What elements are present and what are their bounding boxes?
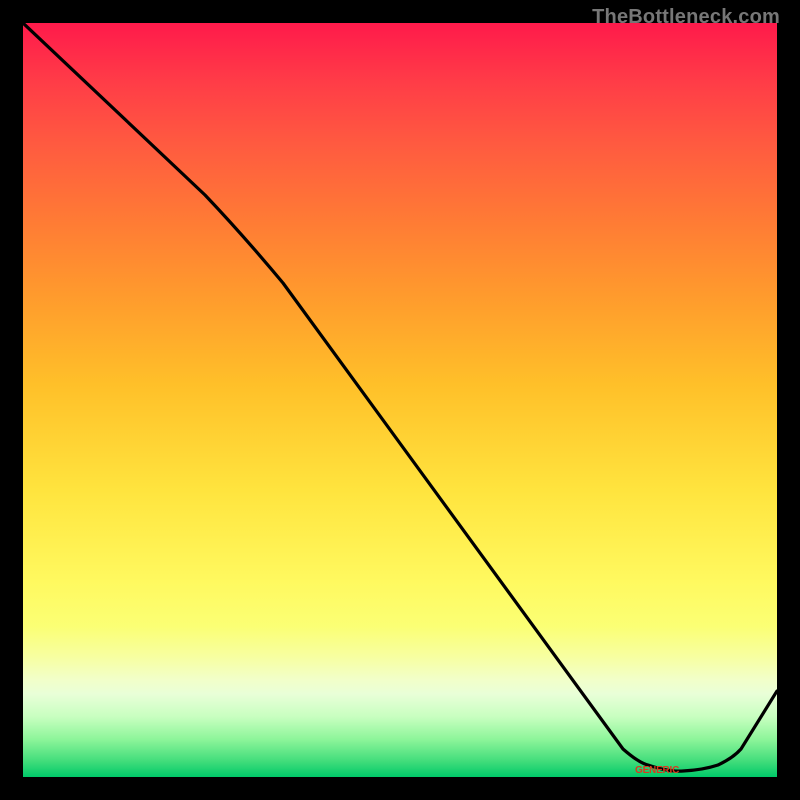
chart-plot-area xyxy=(23,23,777,777)
chart-container: TheBottleneck.com GENERIC xyxy=(0,0,800,800)
highlight-band-label: GENERIC xyxy=(635,765,679,776)
